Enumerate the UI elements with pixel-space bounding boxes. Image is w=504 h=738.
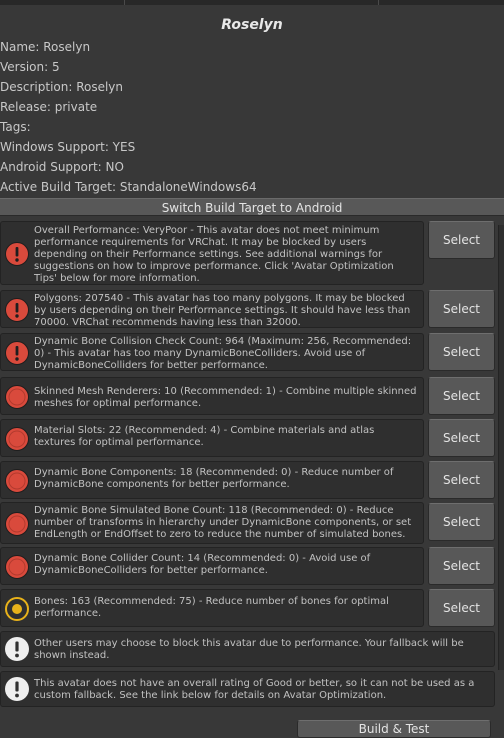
switch-build-target-button[interactable]: Switch Build Target to Android [0, 198, 504, 216]
select-button[interactable]: Select [428, 547, 495, 585]
red-circle-icon [5, 427, 29, 451]
info-active-build-target: Active Build Target: StandaloneWindows64 [0, 180, 257, 194]
notice-row: Other users may choose to block this ava… [0, 631, 495, 667]
yellow-circle-icon [5, 597, 29, 621]
notice-row: This avatar does not have an overall rat… [0, 671, 495, 707]
error-icon [5, 242, 29, 266]
perf-message-row: Skinned Mesh Renderers: 10 (Recommended:… [0, 377, 424, 415]
red-circle-icon [5, 469, 29, 493]
select-button[interactable]: Select [428, 377, 495, 415]
info-windows-support: Windows Support: YES [0, 140, 136, 154]
perf-message-text: Material Slots: 22 (Recommended: 4) - Co… [34, 425, 375, 448]
select-button[interactable]: Select [428, 419, 495, 457]
select-button[interactable]: Select [428, 290, 495, 328]
perf-message-text: Dynamic Bone Simulated Bone Count: 118 (… [34, 505, 412, 540]
select-button[interactable]: Select [428, 221, 495, 259]
warning-icon [5, 677, 29, 701]
error-icon [5, 341, 29, 365]
error-icon [5, 298, 29, 322]
info-release: Release: private [0, 100, 98, 114]
perf-message-text: Dynamic Bone Collision Check Count: 964 … [34, 336, 412, 371]
info-version: Version: 5 [0, 60, 60, 74]
notice-text: Other users may choose to block this ava… [34, 638, 464, 661]
perf-message-row: Polygons: 207540 - This avatar has too m… [0, 290, 424, 328]
scrollbar[interactable] [498, 225, 504, 670]
select-button[interactable]: Select [428, 333, 495, 371]
perf-message-text: Polygons: 207540 - This avatar has too m… [34, 293, 411, 328]
info-android-support: Android Support: NO [0, 160, 124, 174]
perf-message-text: Bones: 163 (Recommended: 75) - Reduce nu… [34, 596, 389, 619]
tab-divider [124, 0, 125, 5]
perf-message-row: Dynamic Bone Components: 18 (Recommended… [0, 461, 424, 499]
select-button[interactable]: Select [428, 503, 495, 541]
info-description: Description: Roselyn [0, 80, 124, 94]
perf-message-row: Overall Performance: VeryPoor - This ava… [0, 221, 424, 285]
perf-message-text: Dynamic Bone Collider Count: 14 (Recomme… [34, 553, 371, 576]
perf-message-row: Material Slots: 22 (Recommended: 4) - Co… [0, 419, 424, 457]
info-tags: Tags: [0, 120, 31, 134]
red-circle-icon [5, 385, 29, 409]
notice-text: This avatar does not have an overall rat… [34, 678, 475, 701]
perf-message-text: Skinned Mesh Renderers: 10 (Recommended:… [34, 386, 417, 409]
avatar-title: Roselyn [221, 17, 283, 33]
perf-message-row: Dynamic Bone Simulated Bone Count: 118 (… [0, 502, 424, 544]
perf-message-row: Dynamic Bone Collider Count: 14 (Recomme… [0, 547, 424, 585]
warning-icon [5, 637, 29, 661]
perf-message-row: Bones: 163 (Recommended: 75) - Reduce nu… [0, 589, 424, 627]
tab-divider [378, 0, 379, 5]
perf-message-text: Overall Performance: VeryPoor - This ava… [34, 225, 394, 284]
red-circle-icon [5, 512, 29, 536]
build-and-test-button[interactable]: Build & Test [297, 720, 491, 738]
perf-message-text: Dynamic Bone Components: 18 (Recommended… [34, 467, 394, 490]
perf-message-row: Dynamic Bone Collision Check Count: 964 … [0, 333, 424, 371]
select-button[interactable]: Select [428, 461, 495, 499]
info-name: Name: Roselyn [0, 40, 91, 54]
red-circle-icon [5, 555, 29, 579]
top-tab-strip [0, 0, 504, 5]
select-button[interactable]: Select [428, 589, 495, 627]
